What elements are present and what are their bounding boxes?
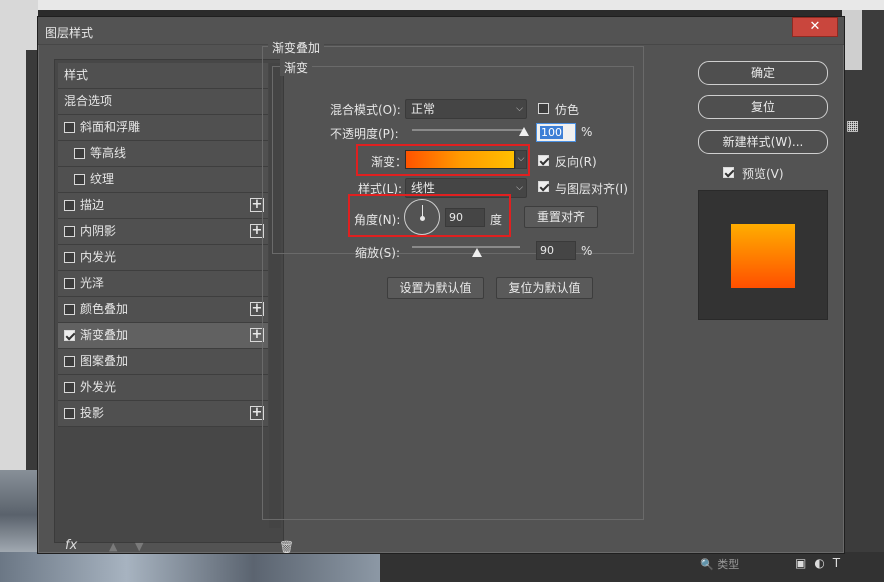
reset-button[interactable]: 复位 bbox=[698, 95, 828, 119]
chevron-down-icon: ⌵ bbox=[516, 104, 523, 114]
style-list-item[interactable]: 外发光 bbox=[58, 375, 268, 401]
style-list-item[interactable]: 渐变叠加 + bbox=[58, 323, 268, 349]
align-with-layer-label: 与图层对齐(I) bbox=[555, 182, 628, 196]
layers-search[interactable]: 🔍 类型 bbox=[700, 556, 739, 572]
style-checkbox[interactable] bbox=[64, 408, 75, 419]
style-list-item[interactable]: 描边 + bbox=[58, 193, 268, 219]
style-checkbox[interactable] bbox=[74, 174, 85, 185]
style-list-item[interactable]: 颜色叠加 + bbox=[58, 297, 268, 323]
move-down-icon[interactable]: ▼ bbox=[135, 540, 143, 553]
scale-unit: % bbox=[581, 244, 593, 258]
style-checkbox[interactable] bbox=[64, 226, 75, 237]
background-app-top bbox=[0, 0, 884, 10]
reset-to-default-button[interactable]: 复位为默认值 bbox=[496, 277, 593, 299]
styles-list: 样式混合选项斜面和浮雕等高线纹理描边 + 内阴影 + 内发光光泽颜色叠加 + 渐变叠加 + 图案… bbox=[58, 63, 268, 427]
reverse-checkbox[interactable] bbox=[538, 155, 549, 166]
scale-slider[interactable] bbox=[412, 246, 520, 248]
dither-checkbox[interactable] bbox=[538, 103, 549, 114]
style-list-item-label: 纹理 bbox=[90, 172, 115, 186]
style-list-item[interactable]: 内发光 bbox=[58, 245, 268, 271]
background-image bbox=[0, 470, 38, 560]
style-preview bbox=[698, 190, 828, 320]
trash-icon[interactable]: 🗑 bbox=[279, 540, 294, 554]
style-list-item[interactable]: 等高线 bbox=[58, 141, 268, 167]
set-as-default-button[interactable]: 设置为默认值 bbox=[387, 277, 484, 299]
dialog-title: 图层样式 bbox=[45, 26, 94, 40]
move-up-icon[interactable]: ▲ bbox=[109, 540, 117, 553]
background-app-bottom bbox=[0, 552, 884, 582]
style-checkbox[interactable] bbox=[64, 278, 75, 289]
blend-mode-value: 正常 bbox=[411, 102, 436, 116]
style-list-item[interactable]: 内阴影 + bbox=[58, 219, 268, 245]
style-list-item-label: 样式 bbox=[64, 68, 89, 82]
scale-slider-thumb[interactable] bbox=[471, 248, 482, 257]
reverse-label: 反向(R) bbox=[555, 155, 597, 169]
blend-mode-label: 混合模式(O): bbox=[330, 103, 401, 117]
style-list-item-label: 内发光 bbox=[80, 250, 117, 264]
style-value: 线性 bbox=[411, 181, 436, 195]
dither-label: 仿色 bbox=[555, 103, 580, 117]
fx-icon[interactable]: fx bbox=[65, 538, 77, 553]
opacity-label: 不透明度(P): bbox=[330, 127, 399, 141]
opacity-unit: % bbox=[581, 125, 593, 139]
styles-list-panel: 样式混合选项斜面和浮雕等高线纹理描边 + 内阴影 + 内发光光泽颜色叠加 + 渐变叠加 + 图案… bbox=[54, 59, 294, 554]
style-list-item-label: 内阴影 bbox=[80, 224, 117, 238]
opacity-slider-thumb[interactable] bbox=[519, 127, 529, 136]
subgroup-title: 渐变 bbox=[280, 59, 313, 76]
style-checkbox[interactable] bbox=[64, 382, 75, 393]
style-list-item-label: 描边 bbox=[80, 198, 105, 212]
style-checkbox[interactable] bbox=[64, 122, 75, 133]
style-checkbox[interactable] bbox=[64, 330, 75, 341]
style-list-item[interactable]: 样式 bbox=[58, 63, 268, 89]
style-list-item[interactable]: 投影 + bbox=[58, 401, 268, 427]
preview-label: 预览(V) bbox=[742, 167, 784, 181]
style-list-item[interactable]: 斜面和浮雕 bbox=[58, 115, 268, 141]
style-checkbox[interactable] bbox=[64, 304, 75, 315]
layers-search-label: 类型 bbox=[717, 558, 740, 571]
chevron-down-icon: ⌵ bbox=[516, 183, 523, 193]
style-list-item-label: 外发光 bbox=[80, 380, 117, 394]
preview-swatch bbox=[731, 224, 795, 288]
style-list-item-label: 斜面和浮雕 bbox=[80, 120, 141, 134]
grid-icon: ▦ bbox=[846, 118, 860, 134]
style-checkbox[interactable] bbox=[64, 200, 75, 211]
style-list-item[interactable]: 图案叠加 bbox=[58, 349, 268, 375]
background-panel bbox=[842, 10, 862, 70]
background-app-right bbox=[842, 10, 884, 582]
style-checkbox[interactable] bbox=[64, 356, 75, 367]
style-list-item[interactable]: 光泽 bbox=[58, 271, 268, 297]
new-style-button[interactable]: 新建样式(W)... bbox=[698, 130, 828, 154]
style-checkbox[interactable] bbox=[74, 148, 85, 159]
reset-alignment-button[interactable]: 重置对齐 bbox=[524, 206, 598, 228]
blend-mode-select[interactable]: 正常 ⌵ bbox=[405, 99, 527, 119]
style-list-item-label: 投影 bbox=[80, 406, 105, 420]
ok-button[interactable]: 确定 bbox=[698, 61, 828, 85]
scale-input[interactable]: 90 bbox=[536, 241, 576, 260]
close-button[interactable]: ✕ bbox=[792, 17, 838, 37]
style-list-item-label: 混合选项 bbox=[64, 94, 113, 108]
style-list-item-label: 渐变叠加 bbox=[80, 328, 129, 342]
background-app-left bbox=[0, 0, 38, 582]
opacity-input[interactable]: 100 bbox=[536, 123, 576, 142]
highlight-angle bbox=[348, 194, 511, 237]
background-image bbox=[0, 552, 380, 582]
title-bar: 图层样式 ✕ bbox=[38, 17, 844, 45]
align-with-layer-checkbox[interactable] bbox=[538, 181, 549, 192]
style-list-item-label: 光泽 bbox=[80, 276, 105, 290]
scale-label: 缩放(S): bbox=[355, 246, 401, 260]
opacity-value: 100 bbox=[540, 126, 563, 139]
style-list-item-label: 颜色叠加 bbox=[80, 302, 129, 316]
style-list-item[interactable]: 混合选项 bbox=[58, 89, 268, 115]
group-title: 渐变叠加 bbox=[268, 39, 325, 56]
style-checkbox[interactable] bbox=[64, 252, 75, 263]
preview-checkbox[interactable] bbox=[723, 167, 734, 178]
style-list-item[interactable]: 纹理 bbox=[58, 167, 268, 193]
highlight-gradient bbox=[356, 144, 530, 176]
style-list-item-label: 图案叠加 bbox=[80, 354, 129, 368]
opacity-slider[interactable] bbox=[412, 129, 524, 131]
layers-toolbar-icons: ▣◐T bbox=[795, 556, 849, 570]
style-list-item-label: 等高线 bbox=[90, 146, 127, 160]
